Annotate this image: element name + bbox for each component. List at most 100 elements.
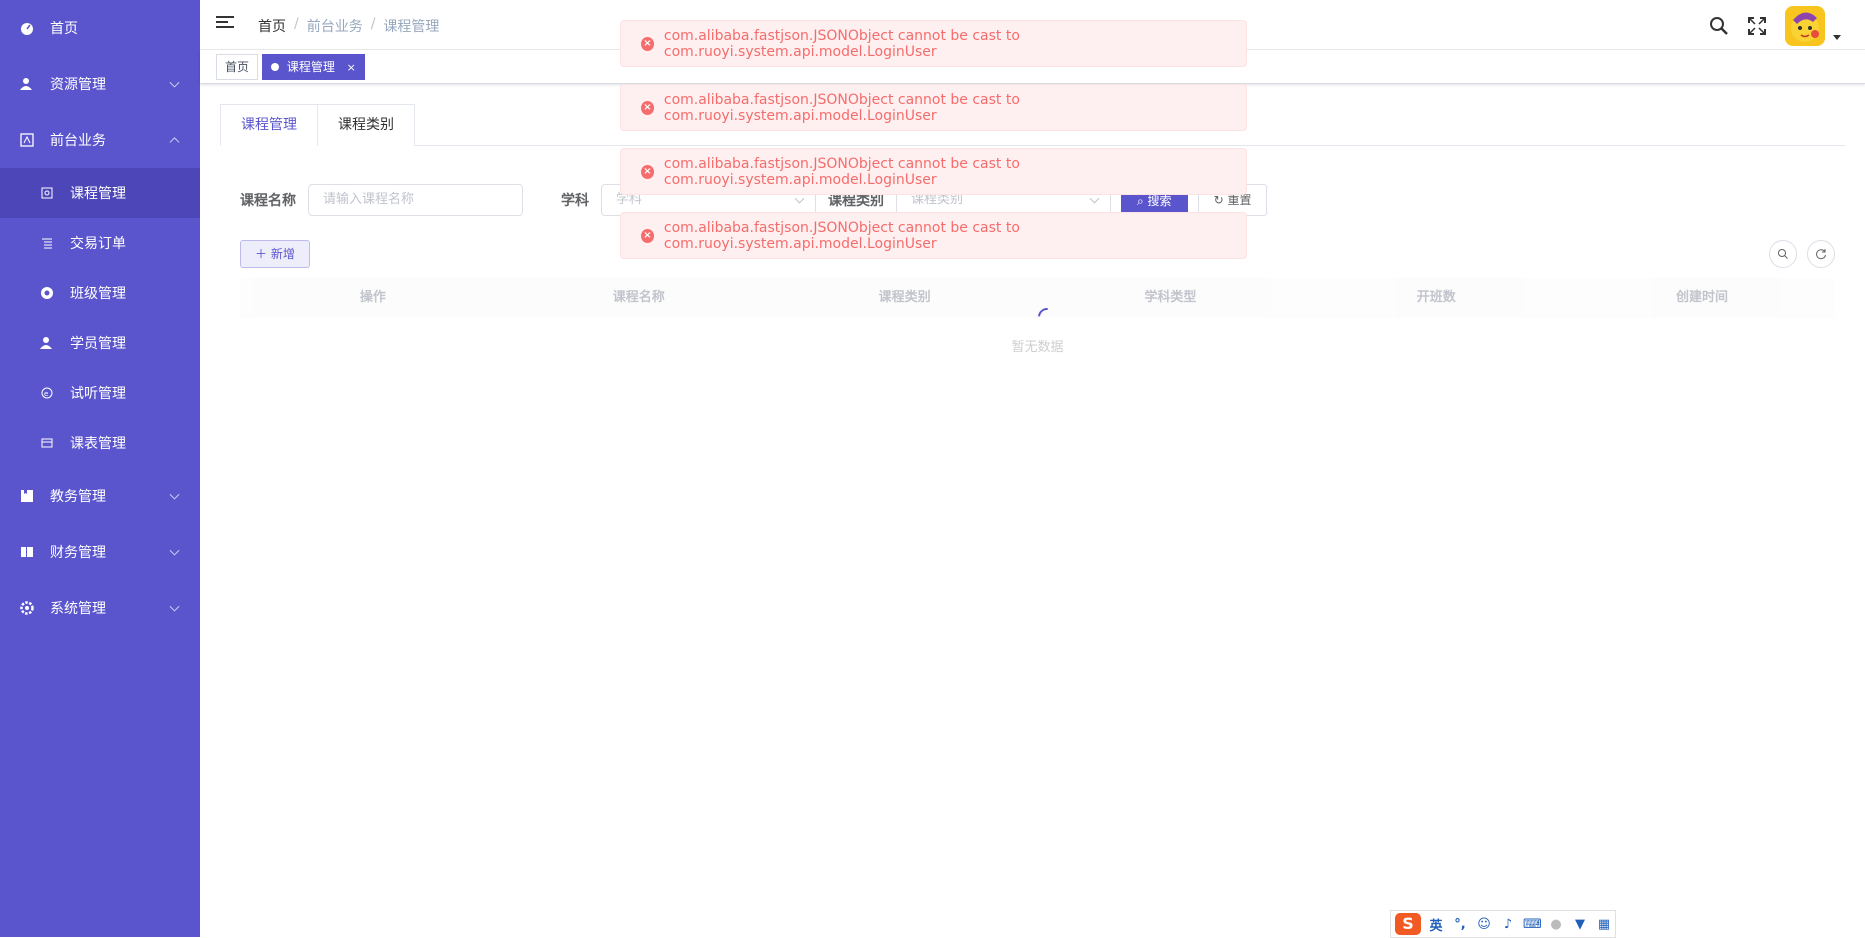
error-message-text: com.alibaba.fastjson.JSONObject cannot b… bbox=[663, 219, 1020, 252]
sidebar-subitem-label: 课表管理 bbox=[70, 436, 126, 452]
breadcrumb-separator: / bbox=[294, 16, 299, 32]
search-icon bbox=[1778, 249, 1788, 259]
message-stack: × com.alibaba.fastjson.JSONObject cannot… bbox=[620, 20, 1247, 276]
error-message-text: com.alibaba.fastjson.JSONObject cannot b… bbox=[663, 91, 1020, 124]
column-header-created-time: 创建时间 bbox=[1676, 290, 1729, 305]
sidebar-subitem-label: 试听管理 bbox=[70, 386, 126, 402]
breadcrumb-separator: / bbox=[370, 16, 376, 32]
tab-course-category[interactable]: 课程类别 bbox=[318, 104, 415, 146]
sidebar-subitem-class[interactable]: 班级管理 bbox=[0, 268, 200, 318]
sidebar-item-system[interactable]: 系统管理 bbox=[0, 580, 200, 636]
error-message: × com.alibaba.fastjson.JSONObject cannot… bbox=[620, 148, 1247, 195]
sidebar-item-academic[interactable]: 教务管理 bbox=[0, 468, 200, 524]
breadcrumb-current: 课程管理 bbox=[383, 19, 440, 35]
emoji-icon[interactable]: ☺ bbox=[1475, 917, 1493, 932]
sidebar-subitem-orders[interactable]: 交易订单 bbox=[0, 218, 200, 268]
sidebar-subitem-audit[interactable]: e 试听管理 bbox=[0, 368, 200, 418]
class-icon bbox=[40, 286, 54, 300]
sidebar-item-label: 资源管理 bbox=[50, 77, 106, 93]
sidebar-item-label: 教务管理 bbox=[50, 489, 106, 505]
money-icon bbox=[20, 545, 34, 559]
sogou-logo-icon[interactable]: S bbox=[1395, 913, 1421, 935]
error-message-text: com.alibaba.fastjson.JSONObject cannot b… bbox=[663, 27, 1020, 60]
table-header: 操作 课程名称 课程类别 学科类型 开班数 创建时间 bbox=[240, 278, 1835, 318]
punctuation-icon[interactable]: °, bbox=[1451, 917, 1469, 932]
sidebar-subitem-label: 课程管理 bbox=[70, 186, 126, 202]
microphone-icon[interactable]: ♪ bbox=[1499, 917, 1517, 932]
close-icon[interactable]: × bbox=[347, 61, 356, 74]
error-circle-icon: × bbox=[641, 164, 654, 179]
error-circle-icon: × bbox=[641, 100, 654, 115]
keyboard-icon[interactable]: ⌨ bbox=[1523, 917, 1542, 932]
column-header-class-count: 开班数 bbox=[1416, 290, 1456, 305]
error-message: × com.alibaba.fastjson.JSONObject cannot… bbox=[620, 20, 1247, 67]
error-circle-icon: × bbox=[641, 228, 654, 243]
column-header-course-category: 课程类别 bbox=[878, 290, 931, 305]
tag-label: 课程管理 bbox=[286, 60, 335, 74]
sidebar-subitem-course[interactable]: 课程管理 bbox=[0, 168, 200, 218]
toolbox-icon[interactable]: ▦ bbox=[1595, 917, 1613, 932]
plus-icon: ＋ bbox=[255, 247, 271, 261]
add-button[interactable]: ＋ 新增 bbox=[240, 240, 310, 268]
chevron-down-icon bbox=[169, 545, 180, 556]
dashboard-icon bbox=[20, 21, 34, 35]
tab-course[interactable]: 课程管理 bbox=[220, 104, 318, 146]
gear-icon bbox=[20, 601, 34, 615]
user-icon bbox=[20, 77, 34, 91]
course-name-label: 课程名称 bbox=[240, 193, 296, 209]
sidebar-item-home[interactable]: 首页 bbox=[0, 0, 200, 56]
book-icon bbox=[20, 489, 34, 503]
add-button-label: 新增 bbox=[270, 247, 295, 261]
error-message-text: com.alibaba.fastjson.JSONObject cannot b… bbox=[663, 155, 1020, 188]
sidebar-subitem-schedule[interactable]: 课表管理 bbox=[0, 418, 200, 468]
sidebar-subitem-label: 交易订单 bbox=[70, 236, 126, 252]
navbar-tools bbox=[1709, 6, 1841, 46]
sidebar-item-finance[interactable]: 财务管理 bbox=[0, 524, 200, 580]
breadcrumb-frontend: 前台业务 bbox=[306, 19, 363, 35]
hamburger-icon[interactable] bbox=[216, 16, 234, 32]
sidebar: 首页 资源管理 前台业务 课程管理 交易订单 班级管理 学员管理 e 试听管理 … bbox=[0, 0, 200, 937]
search-icon[interactable] bbox=[1709, 16, 1729, 36]
course-table: 操作 课程名称 课程类别 学科类型 开班数 创建时间 暂无数据 bbox=[240, 278, 1835, 378]
sidebar-item-resource[interactable]: 资源管理 bbox=[0, 56, 200, 112]
tag-course-management[interactable]: 课程管理 × bbox=[262, 54, 365, 80]
list-icon bbox=[40, 236, 54, 250]
calendar-icon bbox=[40, 436, 54, 450]
caret-down-icon[interactable] bbox=[1833, 34, 1841, 40]
layout-icon bbox=[20, 133, 34, 147]
svg-text:e: e bbox=[44, 390, 48, 398]
sidebar-item-frontend[interactable]: 前台业务 bbox=[0, 112, 200, 168]
error-circle-icon: × bbox=[641, 36, 654, 51]
ime-toolbar: S 英 °, ☺ ♪ ⌨ ● ▼ ▦ bbox=[1390, 910, 1616, 938]
chevron-down-icon bbox=[169, 489, 180, 500]
account-icon[interactable]: ● bbox=[1547, 917, 1565, 932]
subject-label: 学科 bbox=[561, 193, 589, 209]
course-name-input[interactable]: 请输入课程名称 bbox=[308, 184, 523, 216]
fullscreen-icon[interactable] bbox=[1747, 16, 1767, 36]
audit-icon: e bbox=[40, 386, 54, 400]
breadcrumb: 首页 / 前台业务 / 课程管理 bbox=[258, 16, 439, 36]
chevron-up-icon bbox=[169, 137, 180, 148]
chevron-down-icon bbox=[169, 601, 180, 612]
tag-home[interactable]: 首页 bbox=[216, 54, 259, 80]
course-icon bbox=[40, 186, 54, 200]
sidebar-item-label: 财务管理 bbox=[50, 545, 106, 561]
toggle-search-button[interactable] bbox=[1769, 240, 1797, 268]
sidebar-subitem-label: 学员管理 bbox=[70, 336, 126, 352]
refresh-icon bbox=[1816, 249, 1826, 260]
error-message: × com.alibaba.fastjson.JSONObject cannot… bbox=[620, 212, 1247, 259]
avatar[interactable] bbox=[1785, 6, 1825, 46]
column-header-subject-type: 学科类型 bbox=[1144, 290, 1197, 305]
sidebar-subitem-student[interactable]: 学员管理 bbox=[0, 318, 200, 368]
empty-text: 暂无数据 bbox=[1011, 340, 1064, 355]
breadcrumb-home[interactable]: 首页 bbox=[258, 16, 286, 36]
student-icon bbox=[40, 336, 54, 350]
skin-icon[interactable]: ▼ bbox=[1571, 917, 1589, 932]
ime-lang-toggle[interactable]: 英 bbox=[1427, 915, 1445, 934]
column-header-actions: 操作 bbox=[359, 290, 386, 305]
chevron-down-icon bbox=[169, 77, 180, 88]
column-header-course-name: 课程名称 bbox=[612, 290, 665, 305]
active-dot-icon bbox=[271, 63, 279, 71]
refresh-button[interactable] bbox=[1807, 240, 1835, 268]
tag-label: 首页 bbox=[225, 60, 250, 74]
